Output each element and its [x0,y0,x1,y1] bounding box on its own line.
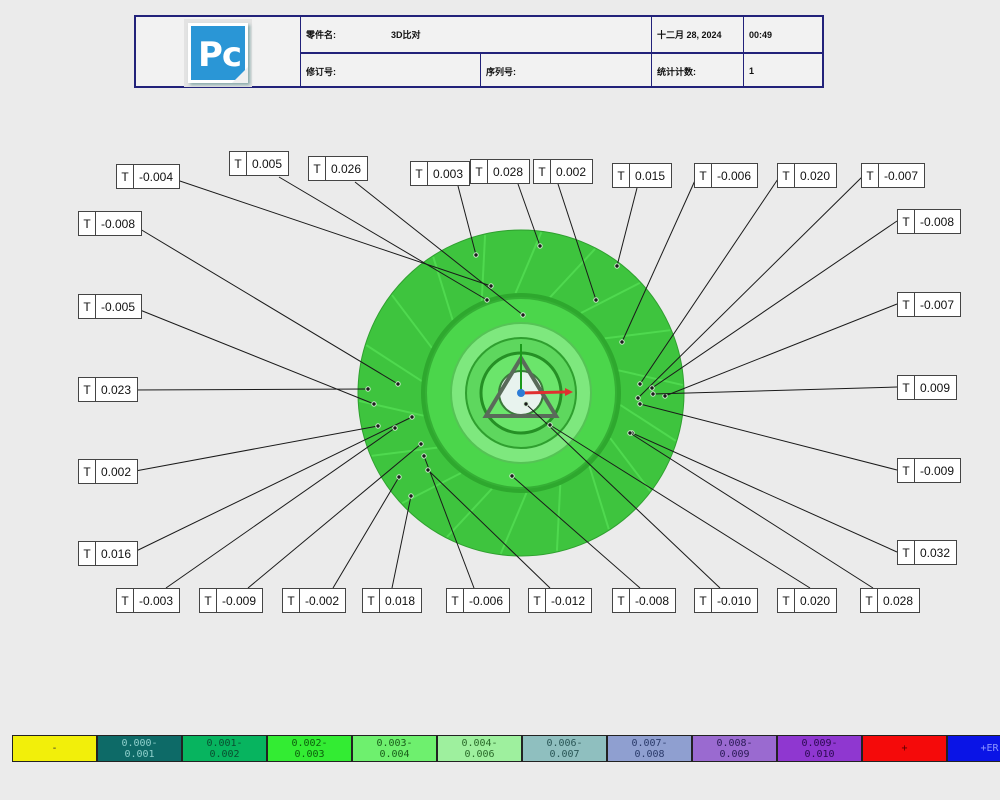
measurement-point-4[interactable] [473,252,479,258]
measurement-point-24[interactable] [408,493,414,499]
callout-22[interactable]: T -0.009 [199,588,264,613]
measurement-point-13[interactable] [371,401,377,407]
leader-line-20 [631,432,898,553]
legend-swatch-5: 0.003- 0.004 [352,735,437,762]
measurement-point-22[interactable] [418,441,424,447]
measurement-point-12[interactable] [649,385,655,391]
measurement-point-7[interactable] [614,263,620,269]
measurement-point-6[interactable] [593,297,599,303]
legend-swatch-9: 0.008- 0.009 [692,735,777,762]
measurement-point-15[interactable] [365,386,371,392]
measurement-point-3[interactable] [520,312,526,318]
callout-11[interactable]: T -0.008 [78,211,143,236]
measurement-point-14[interactable] [662,393,668,399]
measurement-point-10[interactable] [635,395,641,401]
callout-25[interactable]: T -0.006 [446,588,511,613]
callout-6[interactable]: T 0.002 [533,159,594,184]
callout-12[interactable]: T -0.008 [897,209,962,234]
measurement-point-27[interactable] [509,473,515,479]
callout-29[interactable]: T 0.020 [777,588,838,613]
callout-9[interactable]: T 0.020 [777,163,838,188]
callout-27[interactable]: T -0.008 [612,588,677,613]
callout-30[interactable]: T 0.028 [860,588,921,613]
leader-line-24 [391,495,412,589]
callout-3[interactable]: T 0.026 [308,156,369,181]
legend-swatch-8: 0.007- 0.008 [607,735,692,762]
measurement-point-1[interactable] [488,283,494,289]
measurement-point-2[interactable] [484,297,490,303]
measurement-point-28[interactable] [523,401,529,407]
axis-x-arrow [520,390,566,395]
leader-line-17 [129,425,379,473]
callout-7[interactable]: T 0.015 [612,163,673,188]
callout-16[interactable]: T 0.009 [897,375,958,400]
legend-swatch-11: + [862,735,947,762]
measurement-point-23[interactable] [396,474,402,480]
measurement-point-5[interactable] [537,243,543,249]
callout-28[interactable]: T -0.010 [694,588,759,613]
measurement-point-16[interactable] [650,391,656,397]
origin-marker [517,389,525,397]
leader-line-2 [278,176,488,301]
callout-26[interactable]: T -0.012 [528,588,593,613]
leader-line-19 [129,416,413,555]
callout-19[interactable]: T 0.016 [78,541,139,566]
callout-21[interactable]: T -0.003 [116,588,181,613]
measurement-point-21[interactable] [392,425,398,431]
measurement-point-18[interactable] [637,401,643,407]
legend-swatch-1: - [12,735,97,762]
leader-line-21 [165,427,396,589]
leader-line-15 [129,388,369,391]
measurement-point-25[interactable] [421,453,427,459]
leader-line-7 [616,187,638,267]
measurement-point-8[interactable] [619,339,625,345]
leader-line-14 [664,303,898,397]
leader-line-18 [639,403,898,471]
leader-line-1 [167,176,492,287]
legend-swatch-10: 0.009- 0.010 [777,735,862,762]
callout-4[interactable]: T 0.003 [410,161,471,186]
leader-line-9 [639,175,781,385]
legend-swatch-3: 0.001- 0.002 [182,735,267,762]
leader-line-23 [332,476,400,589]
legend-swatch-7: 0.006- 0.007 [522,735,607,762]
callout-23[interactable]: T -0.002 [282,588,347,613]
measurement-point-9[interactable] [637,381,643,387]
legend-swatch-2: 0.000- 0.001 [97,735,182,762]
callout-5[interactable]: T 0.028 [470,159,531,184]
legend-swatch-4: 0.002- 0.003 [267,735,352,762]
callout-17[interactable]: T 0.002 [78,459,139,484]
callout-8[interactable]: T -0.006 [694,163,759,188]
measurement-point-29[interactable] [547,422,553,428]
legend-swatch-12: +ER [947,735,1000,762]
callout-24[interactable]: T 0.018 [362,588,423,613]
leader-line-10 [637,175,864,399]
callout-13[interactable]: T -0.005 [78,294,143,319]
measurement-point-11[interactable] [395,381,401,387]
leader-line-22 [247,443,422,589]
callout-1[interactable]: T -0.004 [116,164,181,189]
leader-line-12 [651,220,898,389]
measurement-point-30[interactable] [627,430,633,436]
callout-14[interactable]: T -0.007 [897,292,962,317]
legend-swatch-6: 0.004- 0.006 [437,735,522,762]
measurement-point-17[interactable] [375,423,381,429]
measurement-point-19[interactable] [409,414,415,420]
callout-2[interactable]: T 0.005 [229,151,290,176]
leader-line-16 [652,386,898,395]
callout-10[interactable]: T -0.007 [861,163,926,188]
callout-15[interactable]: T 0.023 [78,377,139,402]
measurement-point-26[interactable] [425,467,431,473]
leader-line-30 [629,432,874,589]
color-scale-legend: -0.000- 0.001 0.001- 0.002 0.002- 0.003 0.0… [12,735,1000,762]
callout-20[interactable]: T 0.032 [897,540,958,565]
part-comparison-view [129,175,898,589]
callout-18[interactable]: T -0.009 [897,458,962,483]
